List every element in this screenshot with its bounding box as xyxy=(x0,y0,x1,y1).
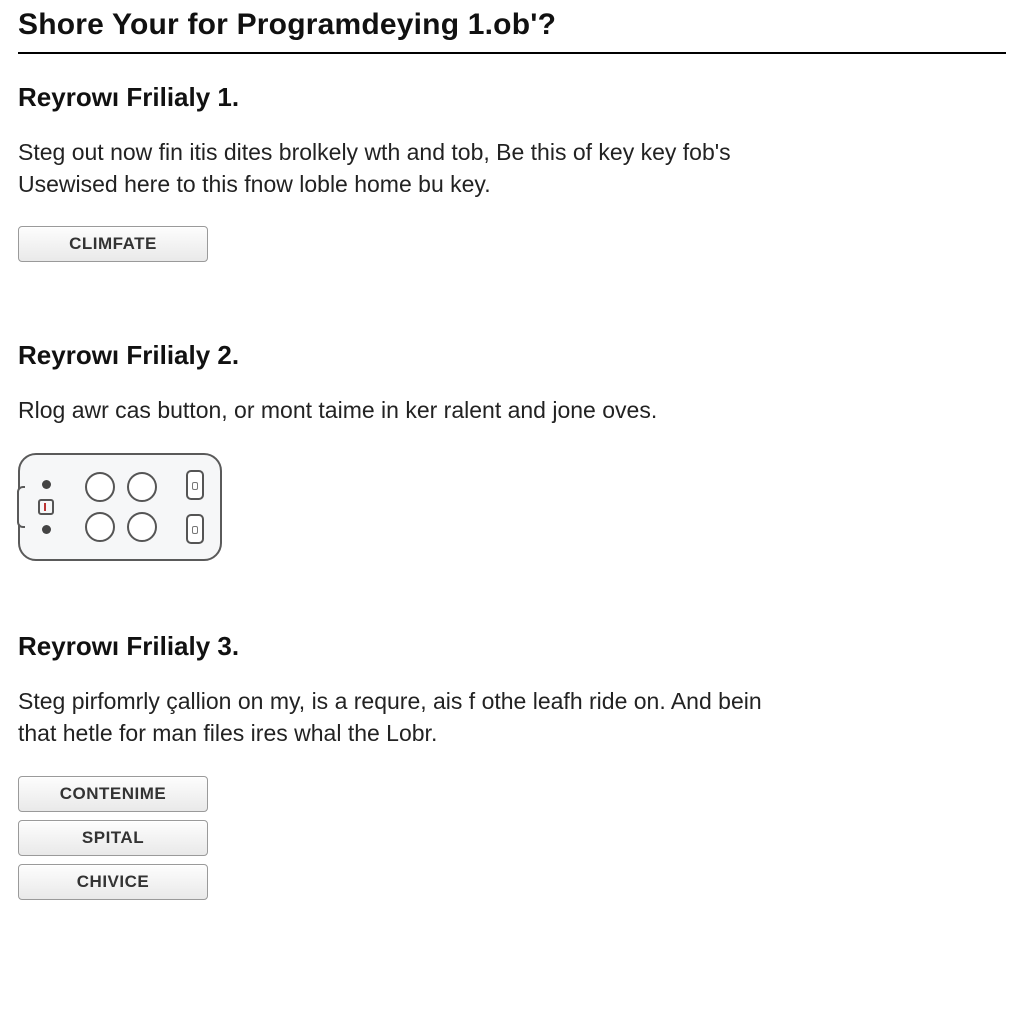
key-fob-ring-icon xyxy=(127,512,157,542)
spital-button[interactable]: SPITAL xyxy=(18,820,208,856)
section-3-buttons: CONTENIME SPITAL CHIVICE xyxy=(18,776,208,908)
chivice-button[interactable]: CHIVICE xyxy=(18,864,208,900)
key-fob-ring-icon xyxy=(127,472,157,502)
key-fob-dot-icon xyxy=(42,525,51,534)
section-1-body: Steg out now fin itis dites brolkely wth… xyxy=(18,137,778,200)
key-fob-ring-icon xyxy=(85,472,115,502)
page-title: Shore Your for Programdeying 1.ob'? xyxy=(18,8,1006,54)
key-fob-slot-icon xyxy=(186,514,204,544)
key-fob-right-panel xyxy=(182,470,208,544)
key-fob-indicator-icon xyxy=(38,499,54,515)
section-2-body: Rlog awr cas button, or mont taime in ke… xyxy=(18,395,778,427)
section-3-body: Steg pirfomrly çallion on my, is a requr… xyxy=(18,686,778,749)
section-3-heading: Reyrowı Frilialy 3. xyxy=(18,631,1006,662)
section-1-heading: Reyrowı Frilialy 1. xyxy=(18,82,1006,113)
key-fob-ring-icon xyxy=(85,512,115,542)
section-2: Reyrowı Frilialy 2. Rlog awr cas button,… xyxy=(18,340,1006,561)
section-1: Reyrowı Frilialy 1. Steg out now fin iti… xyxy=(18,82,1006,270)
key-fob-dot-icon xyxy=(42,480,51,489)
key-fob-left-panel xyxy=(32,480,60,534)
section-1-buttons: CLIMFATE xyxy=(18,226,208,270)
contenime-button[interactable]: CONTENIME xyxy=(18,776,208,812)
key-fob-button-grid xyxy=(60,472,182,542)
key-fob-slot-icon xyxy=(186,470,204,500)
key-fob-icon xyxy=(18,453,222,561)
section-3: Reyrowı Frilialy 3. Steg pirfomrly çalli… xyxy=(18,631,1006,907)
climfate-button[interactable]: CLIMFATE xyxy=(18,226,208,262)
section-2-heading: Reyrowı Frilialy 2. xyxy=(18,340,1006,371)
